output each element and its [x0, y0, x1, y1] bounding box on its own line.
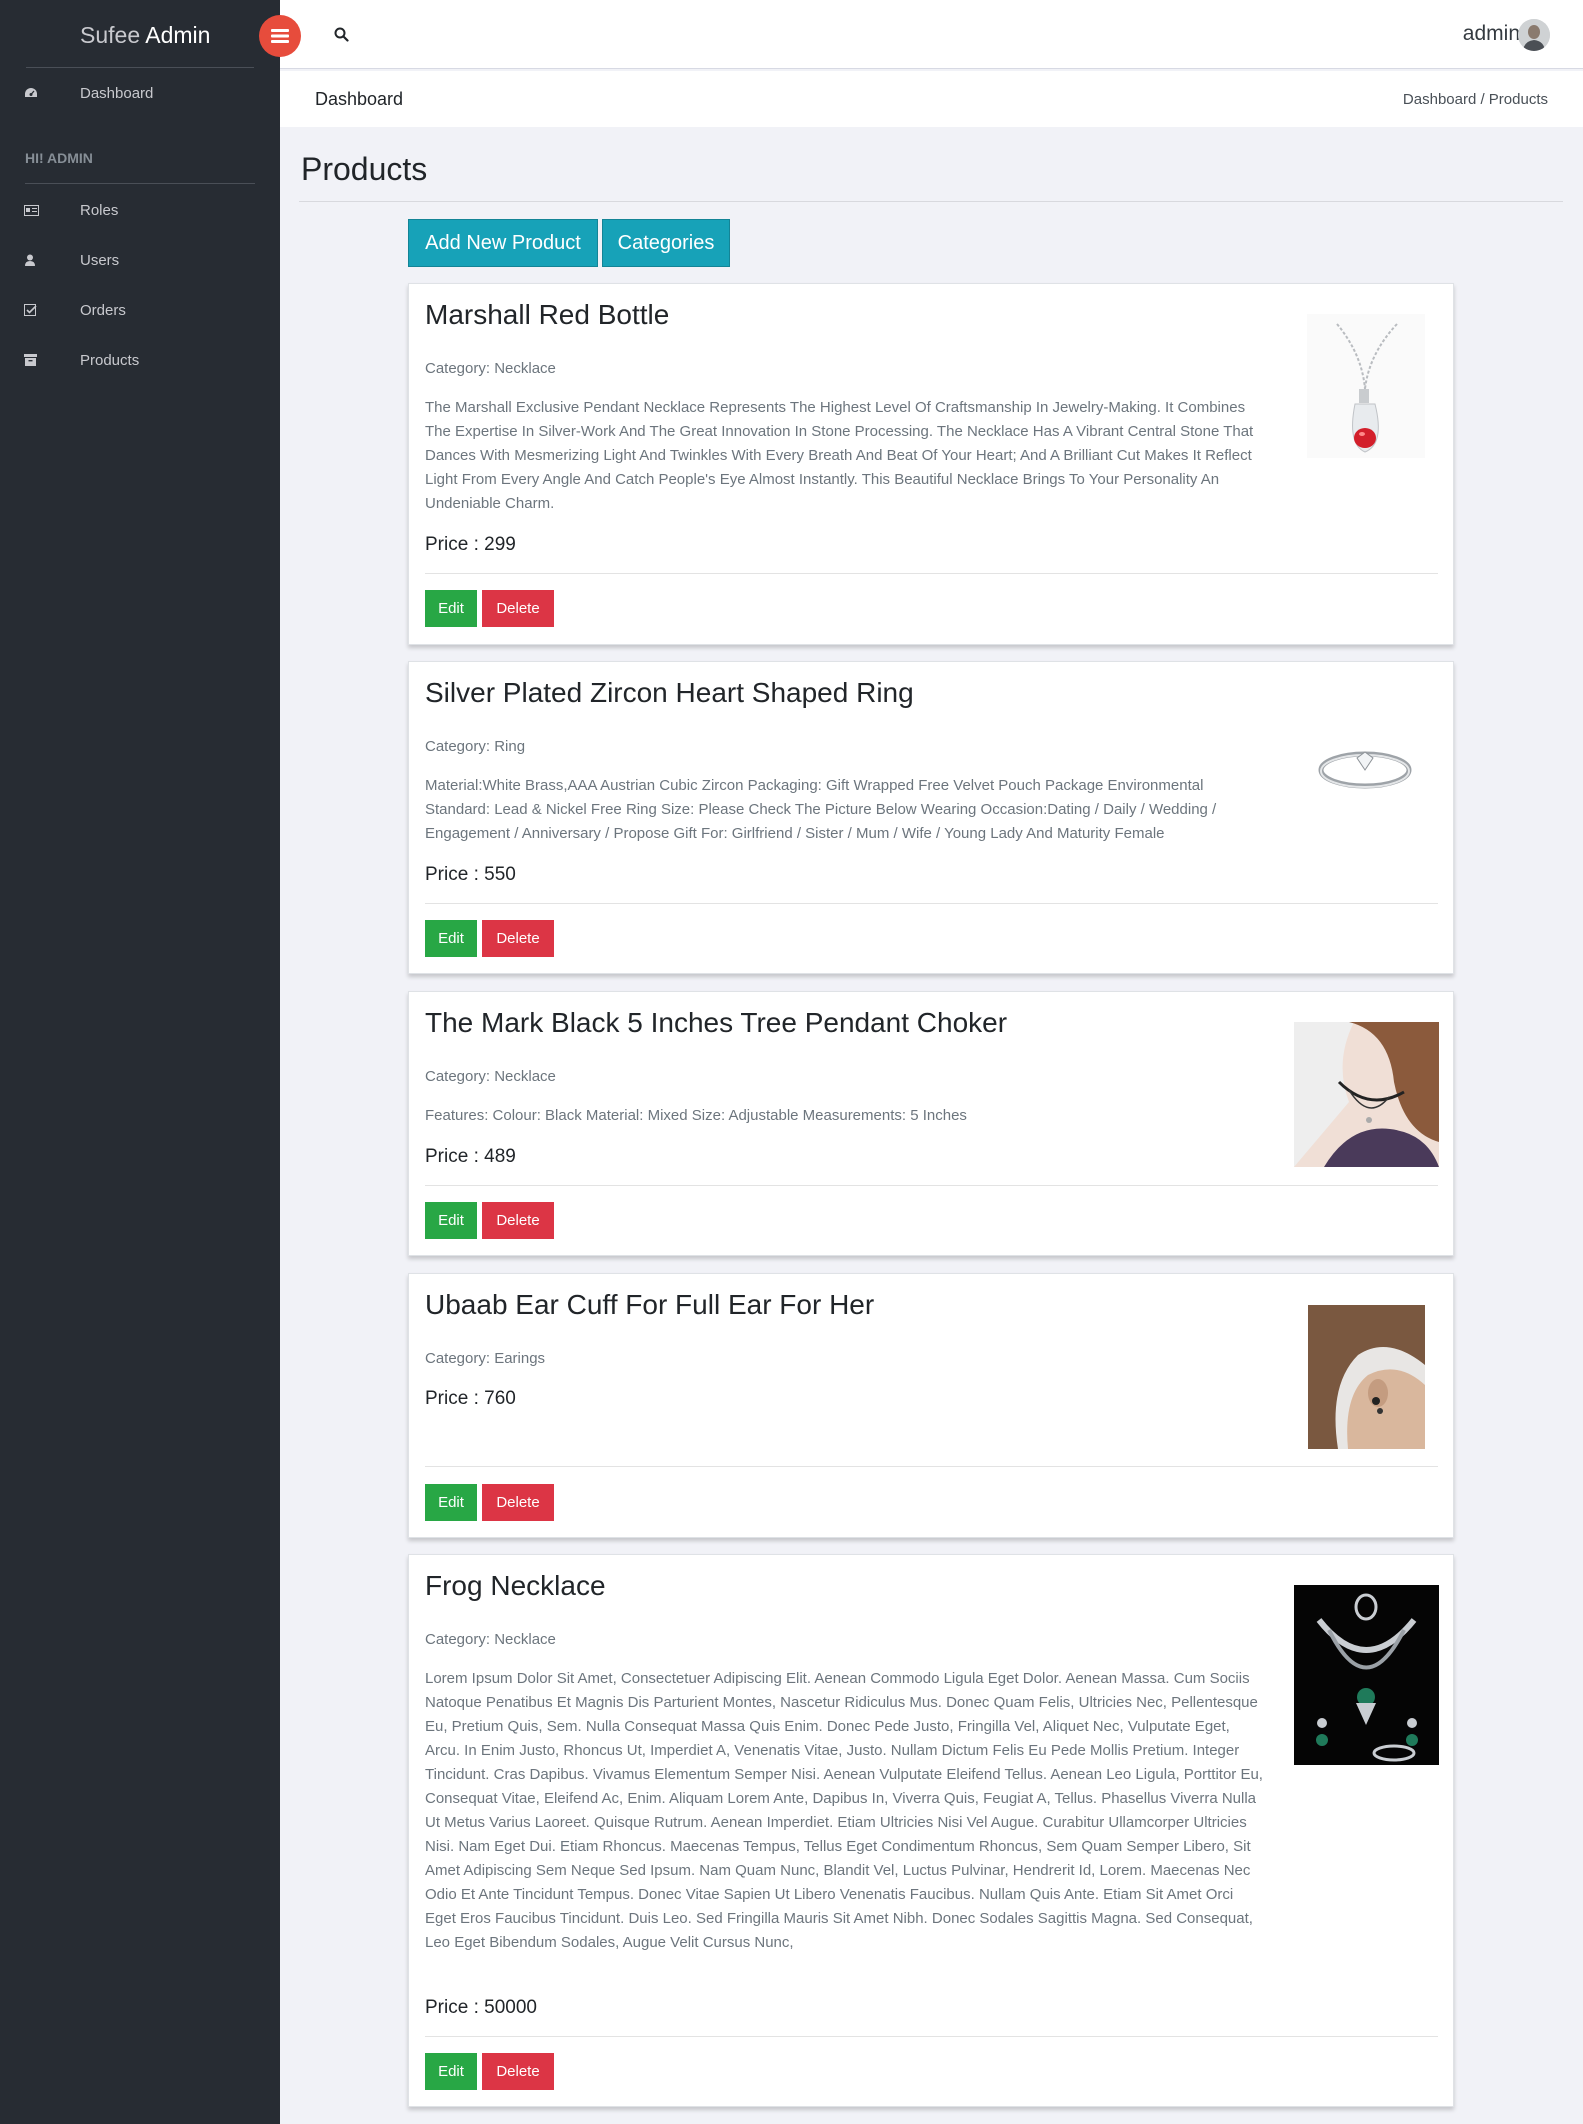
- delete-button[interactable]: Delete: [482, 1202, 554, 1239]
- product-image[interactable]: [1307, 314, 1425, 458]
- edit-button[interactable]: Edit: [425, 590, 477, 627]
- product-title: Frog Necklace: [425, 1570, 606, 1601]
- delete-button[interactable]: Delete: [482, 590, 554, 627]
- user-icon: [0, 254, 80, 266]
- sidebar-item-label: Roles: [80, 201, 119, 219]
- product-category: Category: Necklace: [425, 360, 556, 377]
- page-title: Products: [301, 151, 428, 187]
- product-price: Price : 760: [425, 1388, 516, 1409]
- sidebar-divider: [25, 183, 255, 184]
- sidebar-item-label: Users: [80, 251, 120, 269]
- sidebar-item-users[interactable]: Users: [0, 240, 280, 280]
- delete-button[interactable]: Delete: [482, 1484, 554, 1521]
- breadcrumb[interactable]: Dashboard / Products: [1403, 91, 1548, 108]
- sidebar-item-roles[interactable]: Roles: [0, 190, 280, 230]
- product-description: Lorem Ipsum Dolor Sit Amet, Consectetuer…: [425, 1670, 1263, 1951]
- product-description: The Marshall Exclusive Pendant Necklace …: [425, 399, 1254, 512]
- breadcrumb-title: Dashboard: [315, 89, 404, 109]
- edit-button[interactable]: Edit: [425, 920, 477, 957]
- product-card: Silver Plated Zircon Heart Shaped Ring C…: [408, 661, 1454, 974]
- sidebar-item-orders[interactable]: Orders: [0, 290, 280, 330]
- sidebar-heading: HI! ADMIN: [25, 150, 93, 166]
- product-price: Price : 299: [425, 534, 516, 555]
- archive-icon: [0, 354, 80, 366]
- check-square-icon: [0, 303, 80, 317]
- product-title: Ubaab Ear Cuff For Full Ear For Her: [425, 1289, 875, 1320]
- product-card: Marshall Red Bottle Category: Necklace T…: [408, 283, 1454, 645]
- delete-button[interactable]: Delete: [482, 2053, 554, 2090]
- product-price: Price : 489: [425, 1146, 516, 1167]
- product-title: Marshall Red Bottle: [425, 299, 670, 330]
- avatar[interactable]: [1518, 19, 1550, 51]
- edit-button[interactable]: Edit: [425, 2053, 477, 2090]
- edit-button[interactable]: Edit: [425, 1202, 477, 1239]
- product-image[interactable]: [1294, 1022, 1439, 1167]
- product-category: Category: Earings: [425, 1350, 546, 1367]
- product-image[interactable]: [1294, 1585, 1439, 1765]
- sidebar-item-dashboard[interactable]: Dashboard: [0, 73, 280, 113]
- sidebar-item-label: Dashboard: [80, 84, 154, 102]
- product-card: Ubaab Ear Cuff For Full Ear For Her Cate…: [408, 1273, 1454, 1538]
- product-title: Silver Plated Zircon Heart Shaped Ring: [425, 677, 914, 708]
- card-divider: [425, 1466, 1438, 1467]
- search-icon[interactable]: [334, 27, 349, 47]
- card-divider: [425, 1185, 1438, 1186]
- product-category: Category: Necklace: [425, 1631, 556, 1648]
- product-description: Features: Colour: Black Material: Mixed …: [425, 1107, 967, 1124]
- sidebar: Sufee Admin Dashboard HI! ADMIN Roles Us…: [0, 0, 280, 2124]
- product-image[interactable]: [1315, 740, 1415, 800]
- id-card-icon: [0, 204, 80, 216]
- breadcrumb-bar: Dashboard Dashboard / Products: [280, 71, 1583, 127]
- menu-toggle-button[interactable]: [259, 15, 301, 57]
- card-divider: [425, 903, 1438, 904]
- sidebar-item-label: Orders: [80, 301, 126, 319]
- divider: [299, 201, 1563, 202]
- categories-button[interactable]: Categories: [602, 219, 730, 267]
- product-card: The Mark Black 5 Inches Tree Pendant Cho…: [408, 991, 1454, 1256]
- delete-button[interactable]: Delete: [482, 920, 554, 957]
- product-category: Category: Necklace: [425, 1068, 556, 1085]
- menu-icon: [271, 29, 289, 43]
- user-name[interactable]: admin: [1463, 22, 1520, 46]
- sidebar-item-label: Products: [80, 351, 140, 369]
- product-price: Price : 50000: [425, 1997, 537, 2018]
- product-description: Material:White Brass,AAA Austrian Cubic …: [425, 777, 1217, 842]
- product-price: Price : 550: [425, 864, 516, 885]
- dashboard-icon: [0, 87, 80, 99]
- product-title: The Mark Black 5 Inches Tree Pendant Cho…: [425, 1007, 1008, 1038]
- brand[interactable]: Sufee Admin: [26, 0, 254, 68]
- sidebar-item-products[interactable]: Products: [0, 340, 280, 380]
- product-image[interactable]: [1308, 1305, 1425, 1449]
- product-card: Frog Necklace Category: Necklace Lorem I…: [408, 1554, 1454, 2107]
- top-header: admin: [280, 0, 1583, 69]
- product-category: Category: Ring: [425, 738, 526, 755]
- brand-logo-text: Sufee Admin: [80, 22, 211, 48]
- card-divider: [425, 2036, 1438, 2037]
- card-divider: [425, 573, 1438, 574]
- add-new-product-button[interactable]: Add New Product: [408, 219, 598, 267]
- edit-button[interactable]: Edit: [425, 1484, 477, 1521]
